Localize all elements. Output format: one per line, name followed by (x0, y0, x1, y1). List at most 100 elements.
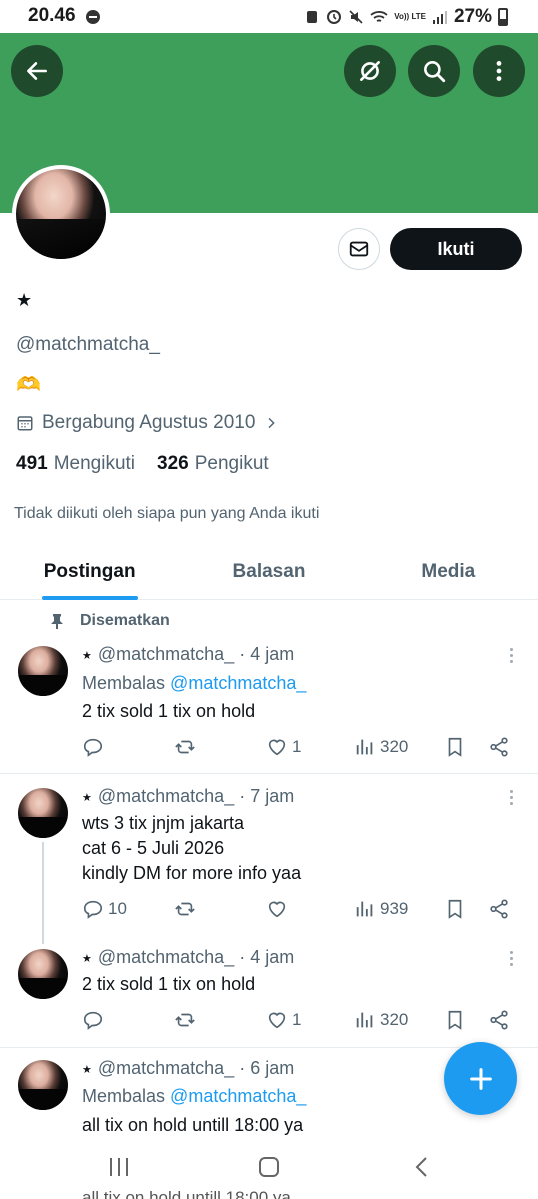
compose-button[interactable] (444, 1042, 517, 1115)
share-button[interactable] (488, 898, 510, 920)
pinned-indicator: Disematkan (50, 612, 170, 630)
avatar-image (16, 169, 106, 259)
share-button[interactable] (488, 736, 510, 758)
tab-replies[interactable]: Balasan (179, 545, 358, 599)
followers-link[interactable]: 326 Pengikut (157, 453, 269, 475)
view-count: 939 (380, 899, 409, 918)
reply-button[interactable] (82, 736, 108, 758)
post-more-button[interactable] (507, 790, 515, 805)
post-avatar[interactable] (18, 646, 68, 696)
reply-count: 10 (108, 899, 127, 918)
bookmark-button[interactable] (444, 898, 466, 920)
pin-icon (51, 614, 63, 629)
post-author-name: ★ (82, 791, 92, 804)
reply-to-line: Membalas @matchmatcha_ (82, 1086, 306, 1107)
joined-text: Bergabung Agustus 2010 (42, 412, 256, 433)
battery-icon (498, 8, 508, 26)
back-button[interactable] (11, 45, 63, 97)
followers-count: 326 (157, 453, 189, 474)
profile-tabs: Postingan Balasan Media (0, 545, 538, 600)
post-avatar[interactable] (18, 788, 68, 838)
share-icon (490, 1010, 508, 1030)
bookmark-button[interactable] (444, 1009, 466, 1031)
post-avatar[interactable] (18, 949, 68, 999)
calendar-icon (17, 416, 33, 431)
repost-icon (175, 902, 195, 916)
status-icons: Vo)) LTE 27% (304, 6, 508, 28)
recent-apps-button[interactable] (107, 1156, 131, 1183)
like-button[interactable]: 1 (266, 736, 301, 758)
profile-handle: @matchmatcha_ (16, 334, 160, 355)
post-text-line: all tix on hold untill 18:00 ya (82, 1115, 304, 1135)
reply-button[interactable] (82, 1009, 108, 1031)
post-time: 6 jam (250, 1058, 295, 1078)
reply-prefix: Membalas (82, 673, 166, 693)
arrow-left-icon (27, 62, 47, 80)
reply-to-handle[interactable]: @matchmatcha_ (170, 1086, 306, 1106)
chevron-left-icon (415, 1157, 427, 1177)
plus-icon (469, 1067, 492, 1090)
follow-button[interactable]: Ikuti (390, 228, 522, 270)
like-count: 1 (292, 737, 302, 756)
post-header: ★ @matchmatcha_ · 4 jam (82, 947, 295, 967)
mail-icon (349, 241, 369, 257)
profile-avatar[interactable] (12, 165, 110, 263)
post-more-button[interactable] (507, 951, 515, 966)
view-count: 320 (380, 737, 409, 756)
grok-icon (360, 61, 380, 81)
repost-button[interactable] (174, 1009, 196, 1031)
following-count: 491 (16, 453, 48, 474)
view-count: 320 (380, 1010, 409, 1029)
post-author-handle: @matchmatcha_ (97, 786, 235, 806)
share-icon (490, 899, 508, 919)
post-more-button[interactable] (507, 648, 515, 663)
heart-icon (268, 901, 286, 918)
system-back-button[interactable] (410, 1156, 434, 1183)
share-button[interactable] (488, 1009, 510, 1031)
thread-line (42, 842, 44, 944)
post-text-line: 2 tix sold 1 tix on hold (82, 701, 256, 721)
bookmark-icon (448, 1010, 462, 1030)
post-text: all tix on hold untill 18:00 ya (82, 1113, 303, 1138)
like-button[interactable] (266, 898, 292, 920)
like-button[interactable]: 1 (266, 1009, 301, 1031)
tab-media[interactable]: Media (359, 545, 538, 599)
following-label: Mengikuti (53, 453, 136, 474)
battery-percent: 27% (453, 6, 492, 27)
views-button[interactable]: 320 (354, 1009, 408, 1031)
message-button[interactable] (338, 228, 380, 270)
status-time: 20.46 (28, 5, 76, 26)
share-icon (490, 737, 508, 757)
joined-date[interactable]: Bergabung Agustus 2010 (16, 412, 279, 434)
post-text-line: kindly DM for more info yaa (82, 863, 302, 883)
grok-button[interactable] (344, 45, 396, 97)
views-button[interactable]: 939 (354, 898, 408, 920)
following-link[interactable]: 491 Mengikuti (16, 453, 135, 475)
tab-posts[interactable]: Postingan (0, 545, 179, 599)
home-button[interactable] (257, 1156, 281, 1183)
reply-icon (83, 900, 103, 919)
post-text-line: cat 6 - 5 Juli 2026 (82, 838, 225, 858)
alarm-icon (307, 11, 318, 23)
views-button[interactable]: 320 (354, 736, 408, 758)
bookmark-icon (448, 899, 462, 919)
follow-stats: 491 Mengikuti 326 Pengikut (16, 453, 269, 475)
heart-icon (268, 739, 286, 756)
reply-icon (83, 738, 103, 757)
heart-icon (268, 1012, 286, 1029)
reply-to-handle[interactable]: @matchmatcha_ (170, 673, 306, 693)
pinned-label: Disematkan (80, 612, 170, 629)
search-button[interactable] (408, 45, 460, 97)
display-name: ★ (16, 290, 33, 310)
repost-button[interactable] (174, 898, 196, 920)
home-icon (259, 1157, 279, 1177)
lte-label: Vo)) LTE (394, 12, 426, 21)
repost-button[interactable] (174, 736, 196, 758)
bookmark-button[interactable] (444, 736, 466, 758)
post-time: 4 jam (250, 947, 295, 967)
reply-to-line: Membalas @matchmatcha_ (82, 673, 306, 694)
post-avatar[interactable] (18, 1060, 68, 1110)
more-options-button[interactable] (473, 45, 525, 97)
reply-button[interactable]: 10 (82, 898, 127, 920)
search-icon (424, 61, 446, 83)
